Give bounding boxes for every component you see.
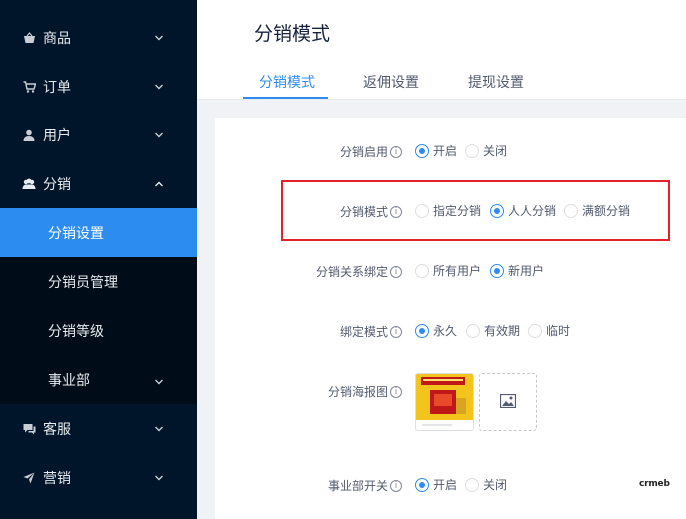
user-icon <box>22 128 36 142</box>
radio-binding-all-users[interactable]: 所有用户 <box>415 262 481 279</box>
watermark-logo: crmeb <box>639 479 670 489</box>
sidebar-item-label: 用户 <box>43 127 71 144</box>
sidebar-subitem-label: 事业部 <box>48 372 90 389</box>
sidebar-item-customer-service[interactable]: 客服 <box>0 404 197 453</box>
sidebar-item-label: 客服 <box>43 421 71 438</box>
sidebar-item-label: 订单 <box>43 79 71 96</box>
radio-circle[interactable] <box>528 323 542 338</box>
highlight-box <box>281 180 670 241</box>
radio-circle[interactable] <box>415 143 429 158</box>
radio-enable-off[interactable]: 关闭 <box>465 142 507 159</box>
form-label: 分销启用 i <box>340 143 402 160</box>
sidebar-item-users[interactable]: 用户 <box>0 110 197 159</box>
radio-binding-permanent[interactable]: 永久 <box>415 322 457 339</box>
radio-circle[interactable] <box>490 263 504 278</box>
chevron-down-icon <box>154 375 164 385</box>
form-label: 事业部开关 i <box>328 477 402 494</box>
info-icon[interactable]: i <box>390 265 402 278</box>
info-icon[interactable]: i <box>390 325 402 338</box>
sidebar-item-marketing[interactable]: 营销 <box>0 453 197 502</box>
form-label: 分销关系绑定 i <box>316 263 402 280</box>
chevron-down-icon <box>154 424 164 434</box>
info-icon[interactable]: i <box>390 145 402 158</box>
chevron-down-icon <box>154 33 164 43</box>
sidebar-subitem-distribution-settings[interactable]: 分销设置 <box>0 208 197 257</box>
sidebar-item-orders[interactable]: 订单 <box>0 62 197 111</box>
chevron-down-icon <box>154 82 164 92</box>
radio-circle[interactable] <box>466 323 480 338</box>
sidebar-subitem-distributor-management[interactable]: 分销员管理 <box>0 257 197 306</box>
chat-icon <box>22 422 36 436</box>
radio-circle[interactable] <box>415 263 429 278</box>
radio-binding-new-users[interactable]: 新用户 <box>490 262 544 279</box>
info-icon[interactable]: i <box>390 385 402 398</box>
users-icon <box>22 177 36 191</box>
page-header: 分销模式 分销模式 返佣设置 提现设置 <box>197 0 686 100</box>
active-tab-indicator <box>243 97 328 99</box>
send-icon <box>22 471 36 485</box>
sidebar-item-label: 营销 <box>43 470 71 487</box>
poster-thumbnail[interactable] <box>415 373 474 431</box>
radio-circle[interactable] <box>465 143 479 158</box>
sidebar-subitem-label: 分销设置 <box>48 225 104 242</box>
sidebar-item-distribution[interactable]: 分销 <box>0 159 197 208</box>
radio-binding-temporary[interactable]: 临时 <box>528 322 570 339</box>
cart-icon <box>22 80 36 94</box>
form-row-division-switch: 事业部开关 i 开启 关闭 <box>215 473 686 497</box>
sidebar-item-label: 商品 <box>43 30 71 47</box>
sidebar-item-products[interactable]: 商品 <box>0 13 197 62</box>
radio-circle[interactable] <box>415 323 429 338</box>
form-label: 绑定模式 i <box>340 323 402 340</box>
sidebar-subitem-division[interactable]: 事业部 <box>0 355 197 404</box>
radio-division-on[interactable]: 开启 <box>415 476 457 493</box>
form-row-binding-mode: 绑定模式 i 永久 有效期 临时 <box>215 319 686 343</box>
sidebar: 商品 订单 用户 分销 分销设置 分销员管理 分销等级 事业部 客服 营销 <box>0 0 197 519</box>
chevron-up-icon <box>154 179 164 189</box>
radio-circle[interactable] <box>415 477 429 492</box>
sidebar-item-label: 分销 <box>43 176 71 193</box>
page-title: 分销模式 <box>254 23 331 45</box>
radio-enable-on[interactable]: 开启 <box>415 142 457 159</box>
tab-commission-settings[interactable]: 返佣设置 <box>363 72 419 92</box>
tab-distribution-mode[interactable]: 分销模式 <box>259 72 315 92</box>
poster-upload-button[interactable] <box>479 373 537 431</box>
form-label: 分销海报图 i <box>328 383 402 400</box>
sidebar-subitem-label: 分销等级 <box>48 323 104 340</box>
radio-circle[interactable] <box>465 477 479 492</box>
basket-icon <box>22 31 36 45</box>
tab-withdrawal-settings[interactable]: 提现设置 <box>468 72 524 92</box>
form-row-binding-scope: 分销关系绑定 i 所有用户 新用户 <box>215 259 686 283</box>
poster-image <box>416 374 473 430</box>
form-row-enable: 分销启用 i 开启 关闭 <box>215 139 686 163</box>
image-icon <box>499 393 517 412</box>
chevron-down-icon <box>154 130 164 140</box>
info-icon[interactable]: i <box>390 479 402 492</box>
radio-division-off[interactable]: 关闭 <box>465 476 507 493</box>
chevron-down-icon <box>154 473 164 483</box>
sidebar-subitem-label: 分销员管理 <box>48 274 118 291</box>
sidebar-subitem-distribution-levels[interactable]: 分销等级 <box>0 306 197 355</box>
radio-binding-validity[interactable]: 有效期 <box>466 322 520 339</box>
settings-form-card: 分销启用 i 开启 关闭 分销模式 i 指定分销 人人分销 满额分销 分销关系绑… <box>215 118 686 519</box>
